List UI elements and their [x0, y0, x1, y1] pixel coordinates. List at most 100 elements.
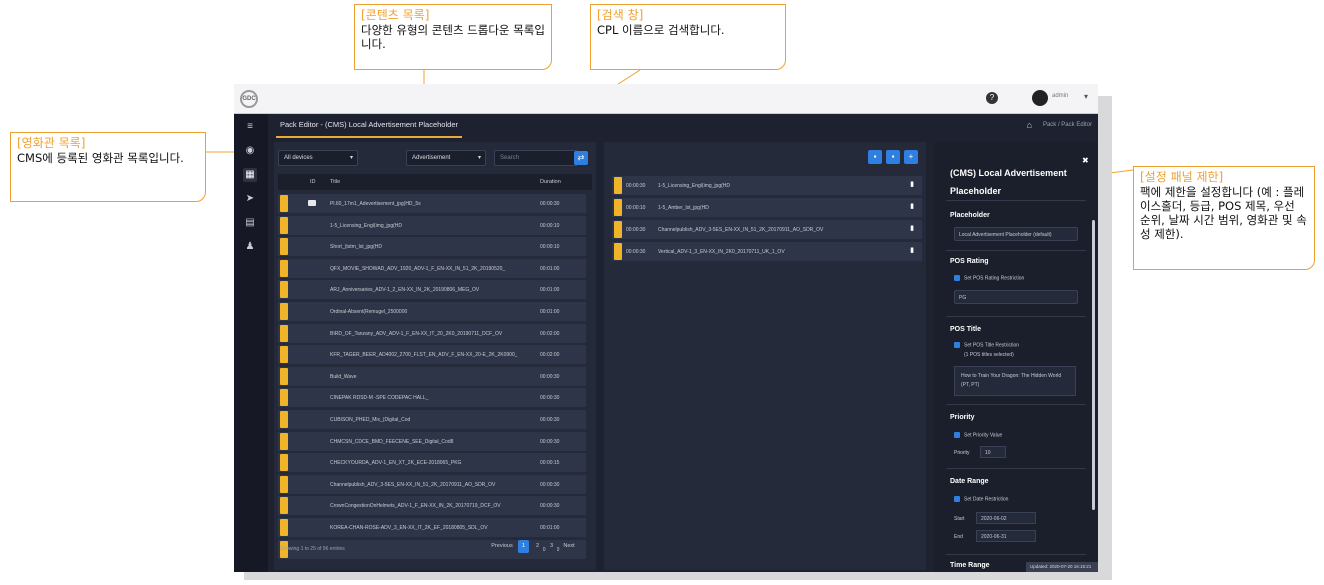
table-row[interactable]: QFX_MOVIE_SHOWAD_ADV_1920_ADV-1_F_EN-XX_… — [278, 258, 586, 278]
table-row[interactable]: ARJ_Anniversaries_ADV-1_2_EN-XX_IN_2K_20… — [278, 280, 586, 300]
drag-handle[interactable] — [614, 199, 622, 216]
priority-checkbox[interactable]: Set Priority Value — [954, 432, 1002, 438]
divider — [946, 404, 1086, 405]
drag-handle[interactable] — [280, 475, 288, 493]
table-row[interactable]: CINEPAK RDSD-M -SPE CODEPAC HALL_ 00:00:3… — [278, 388, 586, 408]
pack-item[interactable]: 00:00:30 1-5_Licensing_Engl(img_jpg(HD ▮ — [612, 176, 922, 195]
start-date-input[interactable]: 2020-06-02 — [976, 512, 1036, 524]
table-row[interactable]: BIRD_OF_Tanzany_ADV_ADV-1_F_EN-XX_IT_20_… — [278, 323, 586, 343]
drag-handle[interactable] — [280, 238, 288, 256]
drag-handle[interactable] — [280, 324, 288, 342]
table-row[interactable]: Short_(tstm_lst_jpg(HD 00:00:10 — [278, 237, 586, 257]
save-icon[interactable]: ▪ — [868, 150, 882, 164]
user-avatar-icon[interactable] — [1032, 90, 1048, 106]
table-row[interactable]: CrownCongestionOnHelmets_ADV-1_F_EN-XX_I… — [278, 496, 586, 516]
refresh-button[interactable]: ⇄ — [574, 151, 588, 165]
pager-page-3[interactable]: 3 — [546, 540, 557, 553]
copy-icon[interactable]: ▪ — [886, 150, 900, 164]
drag-handle[interactable] — [280, 367, 288, 385]
theater-select[interactable]: All devices ▾ — [278, 150, 358, 166]
drag-handle[interactable] — [280, 346, 288, 364]
table-row[interactable]: Channelpublish_ADV_3-5ES_EN-XX_IN_51_2K_… — [278, 474, 586, 494]
remove-icon[interactable]: ▮ — [910, 180, 914, 188]
callout-settings-body: 팩에 제한을 설정합니다 (예 : 플레이스홀더, 등급, POS 제목, 우선… — [1140, 185, 1307, 241]
help-icon[interactable]: ? — [986, 92, 998, 104]
pack-item[interactable]: 00:00:30 Channelpublish_ADV_3-5ES_EN-XX_I… — [612, 220, 922, 239]
column-duration[interactable]: Duration — [540, 179, 561, 185]
drag-handle[interactable] — [280, 259, 288, 277]
drag-handle[interactable] — [614, 243, 622, 260]
pack-item-title: Vertical_ADV-1_3_EN-XX_IN_2K0_20170711_U… — [658, 249, 785, 255]
send-icon[interactable]: ➤ — [243, 192, 257, 206]
table-row[interactable]: Pl.60_17m1_Adevertisement_jpg(HD_5s 00:00… — [278, 194, 586, 213]
pager-page-1[interactable]: 1 — [518, 540, 529, 553]
column-id[interactable]: ID — [310, 179, 316, 185]
dashboard-icon[interactable]: ◉ — [243, 144, 257, 158]
drag-handle[interactable] — [614, 221, 622, 238]
pack-editor-window: GDC ? admin ▾ ≡ ◉ ▦ ➤ ▤ ♟ Pack Editor - … — [234, 84, 1098, 572]
settings-scrollbar[interactable] — [1092, 220, 1095, 510]
column-title[interactable]: Title — [330, 179, 340, 185]
top-bar: GDC ? admin ▾ — [234, 84, 1098, 114]
end-date-input[interactable]: 2020-06-31 — [976, 530, 1036, 542]
row-title: CUBISON_PHED_Mix_(Digital_Cod — [330, 417, 411, 423]
end-date-label: End — [954, 534, 963, 540]
date-range-checkbox[interactable]: Set Date Restriction — [954, 496, 1008, 502]
table-row[interactable]: Build_Wave 00:00:30 — [278, 366, 586, 386]
users-icon[interactable]: ♟ — [243, 240, 257, 254]
placeholder-select[interactable]: Local Advertisement Placeholder (default… — [954, 227, 1078, 241]
pos-title-selected[interactable]: How to Train Your Dragon: The Hidden Wor… — [954, 366, 1076, 396]
drag-handle[interactable] — [280, 497, 288, 515]
table-row[interactable]: Ordinal-Absent(Remugel_2500000 00:01:00 — [278, 302, 586, 321]
pos-title-checkbox[interactable]: Set POS Title Restriction — [954, 342, 1019, 348]
drag-handle[interactable] — [280, 411, 288, 428]
drag-handle[interactable] — [280, 389, 288, 407]
pack-item[interactable]: 00:00:30 Vertical_ADV-1_3_EN-XX_IN_2K0_20… — [612, 242, 922, 261]
drag-handle[interactable] — [280, 454, 288, 472]
drag-handle[interactable] — [280, 432, 288, 450]
drag-handle[interactable] — [280, 303, 288, 320]
table-row[interactable]: CUBISON_PHED_Mix_(Digital_Cod 00:00:30 — [278, 410, 586, 429]
remove-icon[interactable]: ▮ — [910, 224, 914, 232]
chevron-down-icon: ▾ — [349, 155, 353, 161]
content-type-select[interactable]: Advertisement ▾ — [406, 150, 486, 166]
table-row[interactable]: CHECKYOURDA_ADV-1_EN_XT_2K_ECE-2018065_P… — [278, 453, 586, 473]
close-icon[interactable]: ✖ — [1082, 156, 1089, 165]
pager-next[interactable]: Next — [560, 540, 578, 553]
priority-input[interactable]: 10 — [980, 446, 1006, 458]
add-icon[interactable]: + — [904, 150, 918, 164]
pack-item[interactable]: 00:00:10 1-5_Amber_lst_jpg(HD ▮ — [612, 198, 922, 217]
drag-handle[interactable] — [280, 216, 288, 234]
user-menu-caret-icon[interactable]: ▾ — [1084, 92, 1088, 101]
menu-toggle-icon[interactable]: ≡ — [243, 120, 257, 134]
home-icon[interactable]: ⌂ — [1027, 120, 1032, 130]
callout-settings-title: [설정 패널 제한] — [1140, 170, 1224, 184]
drag-handle[interactable] — [280, 519, 288, 536]
breadcrumb[interactable]: Pack / Pack Editor — [1043, 122, 1092, 128]
drag-handle[interactable] — [280, 281, 288, 299]
table-row[interactable]: KOREA-CHAN-ROSE-ADV_3_EN-XX_IT_2K_EF_201… — [278, 518, 586, 537]
row-duration: 00:02:00 — [540, 330, 560, 337]
table-row[interactable]: KFR_TAGER_BEER_AD4002_2700_FLST_EN_ADV_F… — [278, 345, 586, 365]
pos-rating-checkbox[interactable]: Set POS Rating Restriction — [954, 275, 1024, 281]
tab-pack-editor[interactable]: Pack Editor - (CMS) Local Advertisement … — [276, 114, 462, 138]
row-title: CINEPAK RDSD-M -SPE CODEPAC HALL_ — [330, 395, 429, 402]
table-row[interactable]: CHMCSN_CDCE_BMD_FEECENE_SEE_Digital_Cod8… — [278, 431, 586, 451]
remove-icon[interactable]: ▮ — [910, 202, 914, 210]
drag-handle[interactable] — [614, 177, 622, 194]
callout-search: [검색 창] CPL 이름으로 검색합니다. — [590, 4, 786, 70]
remove-icon[interactable]: ▮ — [910, 246, 914, 254]
reports-icon[interactable]: ▤ — [243, 216, 257, 230]
pack-content-panel: ▪ ▪ + 00:00:30 1-5_Licensing_Engl(img_jpg… — [604, 142, 926, 570]
pager-previous[interactable]: Previous — [490, 540, 514, 553]
pager-page-2[interactable]: 2 — [532, 540, 543, 553]
table-row[interactable]: 1-5_Licensing_Engl(img_jpg(HD 00:00:10 — [278, 215, 586, 235]
pos-rating-select[interactable]: PG — [954, 290, 1078, 304]
search-input[interactable]: Search — [494, 150, 578, 166]
user-name[interactable]: admin — [1052, 93, 1068, 99]
pack-item-title: 1-5_Licensing_Engl(img_jpg(HD — [658, 183, 730, 189]
pack-editor-nav-icon[interactable]: ▦ — [243, 168, 257, 182]
drag-handle[interactable] — [280, 195, 288, 212]
row-duration: 00:00:15 — [540, 460, 560, 467]
callout-search-body: CPL 이름으로 검색합니다. — [597, 23, 725, 37]
